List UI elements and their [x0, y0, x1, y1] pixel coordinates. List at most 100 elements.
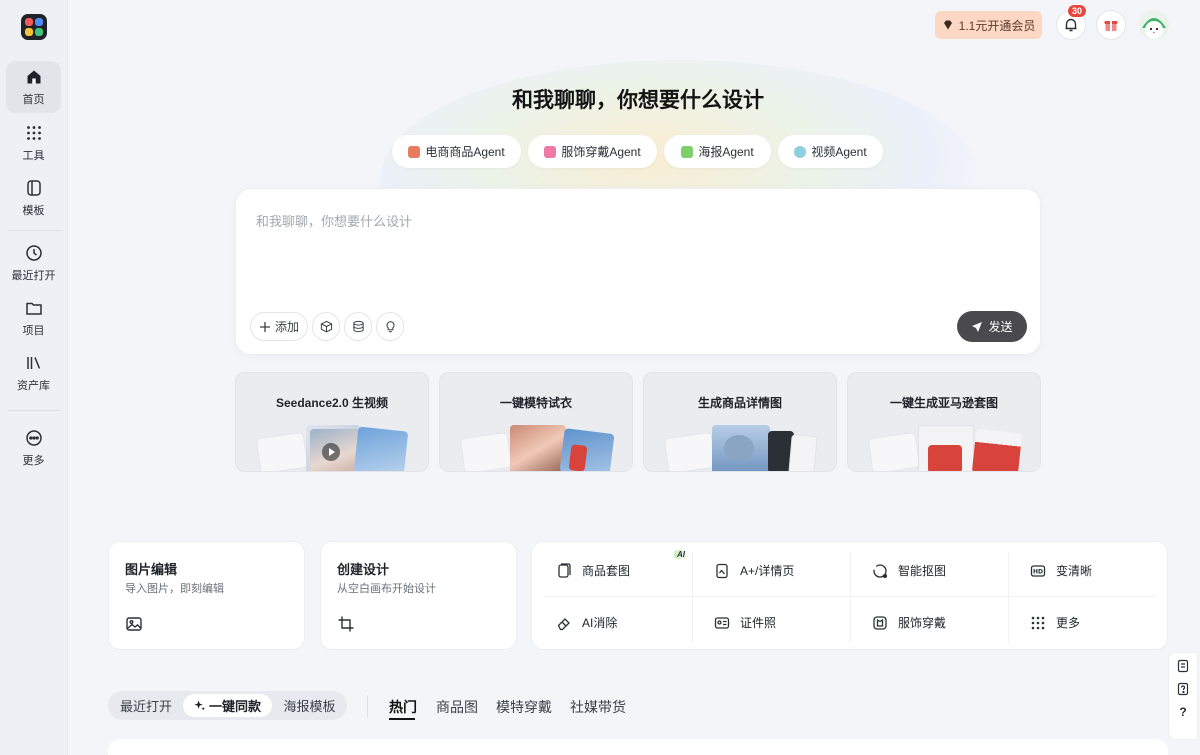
thumbnail-image [510, 425, 566, 471]
tool-smart-cutout[interactable]: 智能抠图 [848, 544, 1006, 597]
sidebar-item-library[interactable]: 资产库 [6, 347, 61, 399]
prompt-input[interactable]: 和我聊聊，你想要什么设计 [256, 211, 412, 230]
add-label: 添加 [274, 320, 299, 334]
thumbnail-image [928, 445, 962, 471]
gift-icon [1104, 21, 1118, 31]
feature-card-amazon[interactable]: 一键生成亚马逊套图 [847, 372, 1041, 472]
agent-chip-label: 视频Agent [811, 145, 867, 159]
tool-product-set[interactable]: 商品套图 AI [532, 544, 690, 597]
shirt-icon [544, 145, 557, 158]
segmented-control: 最近打开 一键同款 海报模板 [108, 691, 347, 720]
add-button[interactable]: 添加 [250, 312, 308, 341]
gift-button[interactable] [1096, 10, 1126, 40]
tab-social[interactable]: 社媒带货 [570, 697, 626, 717]
quick-card-create-design[interactable]: 创建设计 从空白画布开始设计 [320, 541, 517, 650]
cutout-icon [873, 563, 888, 578]
segment-recent[interactable]: 最近打开 [108, 691, 184, 720]
poster-icon [681, 145, 694, 158]
template-icon [26, 179, 41, 196]
sidebar-divider [8, 230, 60, 231]
quick-card-image-edit[interactable]: 图片编辑 导入图片，即刻编辑 [108, 541, 305, 650]
feature-title: 生成商品详情图 [697, 396, 782, 410]
quick-card-subtitle: 从空白画布开始设计 [337, 583, 436, 595]
tab-hot[interactable]: 热门 [389, 697, 417, 717]
tool-label: AI消除 [582, 616, 618, 630]
feature-card-detail[interactable]: 生成商品详情图 [643, 372, 837, 472]
thumbnail-image [971, 428, 1023, 471]
feature-title: Seedance2.0 生视频 [275, 396, 389, 410]
sidebar-item-label: 模板 [22, 204, 45, 217]
sidebar-divider [8, 410, 60, 411]
sidebar-item-more[interactable]: 更多 [6, 422, 61, 474]
ai-tag: AI [674, 550, 688, 559]
app-logo[interactable] [21, 14, 47, 40]
tab-model-wear[interactable]: 模特穿戴 [496, 697, 552, 717]
sidebar-item-templates[interactable]: 模板 [6, 172, 61, 224]
page-title: 和我聊聊，你想要什么设计 [512, 89, 764, 112]
model-button[interactable] [312, 312, 340, 341]
quote-paper [867, 431, 921, 471]
tool-label: 更多 [1056, 616, 1081, 630]
vip-button[interactable]: 1.1元开通会员 [935, 11, 1042, 39]
crop-icon [338, 616, 354, 632]
tool-id-photo[interactable]: 证件照 [690, 596, 848, 649]
quick-card-title: 创建设计 [337, 562, 390, 577]
product-set-icon [558, 562, 571, 578]
segment-poster-templates[interactable]: 海报模板 [272, 691, 347, 720]
agent-chip-ecommerce[interactable]: 电商商品Agent [392, 135, 521, 168]
tool-label: 证件照 [740, 616, 777, 630]
tool-more[interactable]: 更多 [1006, 596, 1164, 649]
thumbnail-image [724, 435, 754, 461]
agent-chip-apparel[interactable]: 服饰穿戴Agent [528, 135, 657, 168]
sidebar-item-projects[interactable]: 项目 [6, 292, 61, 344]
sparkle-icon [194, 700, 205, 711]
grid-dots-icon [26, 125, 41, 140]
feature-card-tryon[interactable]: 一键模特试衣 [439, 372, 633, 472]
tool-detail-page[interactable]: A+/详情页 [690, 544, 848, 597]
thumbnail-image [788, 433, 818, 471]
agent-chip-video[interactable]: 视频Agent [778, 135, 883, 168]
feature-title: 一键生成亚马逊套图 [889, 396, 998, 410]
avatar[interactable] [1139, 10, 1169, 40]
tab-product[interactable]: 商品图 [436, 697, 478, 717]
tool-ai-erase[interactable]: AI消除 [532, 596, 690, 649]
tab-divider [367, 695, 368, 717]
feature-card-video[interactable]: Seedance2.0 生视频 [235, 372, 429, 472]
play-icon [794, 145, 807, 158]
tool-label: 商品套图 [582, 564, 631, 578]
quick-card-title: 图片编辑 [125, 562, 178, 577]
notification-badge: 30 [1067, 4, 1088, 18]
vip-label: 1.1元开通会员 [958, 18, 1036, 33]
tab-underline [389, 718, 415, 720]
tool-grid: 商品套图 AI A+/详情页 智能抠图 HD 变清晰 AI消除 证件照 服饰穿戴… [531, 541, 1168, 650]
inspiration-button[interactable] [376, 312, 404, 341]
segment-label: 一键同款 [208, 699, 261, 714]
tool-enhance[interactable]: HD 变清晰 [1006, 544, 1164, 597]
agent-chip-poster[interactable]: 海报Agent [664, 135, 771, 168]
tool-apparel[interactable]: 服饰穿戴 [848, 596, 1006, 649]
help-doc-icon[interactable] [1176, 682, 1190, 696]
send-label: 发送 [988, 320, 1013, 334]
bell-icon [1065, 18, 1077, 32]
prompt-box[interactable]: 和我聊聊，你想要什么设计 添加 发送 [235, 188, 1041, 355]
tool-label: 变清晰 [1056, 564, 1093, 578]
quote-paper [255, 431, 309, 471]
layers-button[interactable] [344, 312, 372, 341]
agent-chip-label: 电商商品Agent [425, 145, 505, 159]
segment-one-click-same[interactable]: 一键同款 [183, 694, 272, 717]
send-icon [972, 321, 983, 332]
hd-icon: HD [1030, 564, 1046, 577]
note-icon[interactable] [1176, 659, 1190, 673]
tool-label: A+/详情页 [740, 564, 795, 578]
sidebar-item-recent[interactable]: 最近打开 [6, 237, 61, 289]
sidebar-item-label: 项目 [22, 324, 45, 337]
sidebar-item-tools[interactable]: 工具 [6, 117, 61, 169]
tool-label: 服饰穿戴 [898, 616, 947, 630]
sidebar-item-label: 更多 [22, 454, 45, 467]
send-button[interactable]: 发送 [957, 311, 1027, 342]
help-button[interactable]: ? [1179, 705, 1186, 719]
id-card-icon [714, 616, 730, 629]
play-icon [322, 443, 340, 461]
svg-text:HD: HD [1033, 568, 1043, 575]
eraser-icon [557, 617, 570, 630]
